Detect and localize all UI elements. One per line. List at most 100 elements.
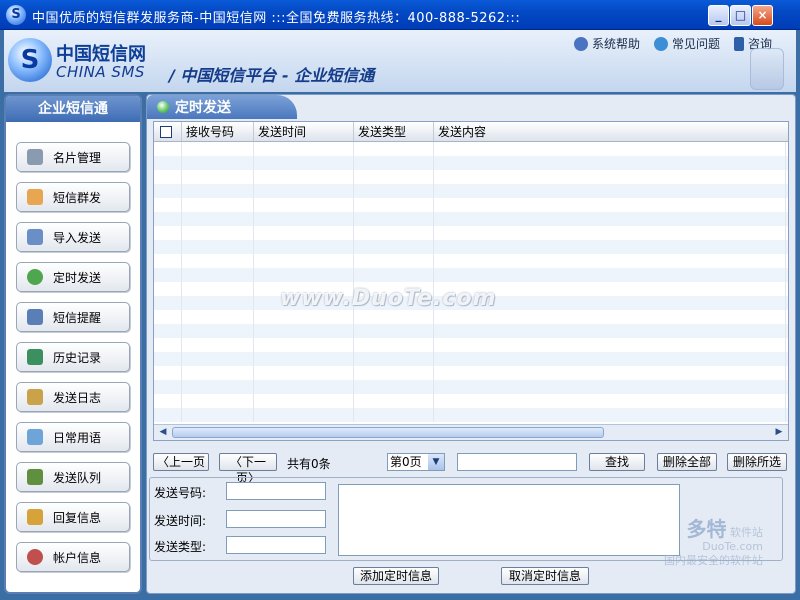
- select-all-header: [154, 122, 182, 141]
- table-cell: [354, 366, 434, 380]
- table-row: [154, 380, 788, 394]
- time-label: 发送时间:: [154, 514, 207, 528]
- page-select-value: 第0页: [390, 455, 422, 469]
- sidebar-item-card-manage[interactable]: 名片管理: [16, 142, 130, 172]
- table-cell: [182, 366, 254, 380]
- type-field[interactable]: [226, 536, 326, 554]
- table-cell: [154, 226, 182, 240]
- pager: 〈上一页 〈下一页〉 共有0条 第0页 ▼ 查找 删除全部 删除所选: [153, 453, 789, 485]
- sidebar-item-label: 名片管理: [53, 150, 102, 165]
- slogan: / 中国短信平台 - 企业短信通: [169, 66, 375, 85]
- time-field[interactable]: [226, 510, 326, 528]
- faq-link-label: 常见问题: [671, 37, 720, 51]
- table-cell: [434, 226, 786, 240]
- chevron-down-icon: ▼: [428, 454, 444, 470]
- sidebar-item-send-log[interactable]: 发送日志: [16, 382, 130, 412]
- table-cell: [434, 380, 786, 394]
- action-buttons: 添加定时信息 取消定时信息: [147, 567, 797, 587]
- cancel-schedule-button[interactable]: 取消定时信息: [501, 567, 589, 585]
- table-cell: [254, 170, 354, 184]
- table-cell: [434, 268, 786, 282]
- table-row: [154, 184, 788, 198]
- sidebar-item-replies[interactable]: 回复信息: [16, 502, 130, 532]
- table-cell: [434, 184, 786, 198]
- table-row: [154, 198, 788, 212]
- table-cell: [154, 142, 182, 156]
- delete-selected-button[interactable]: 删除所选: [727, 453, 787, 471]
- table-cell: [434, 254, 786, 268]
- table-row: [154, 352, 788, 366]
- table-cell: [434, 394, 786, 408]
- table-cell: [182, 338, 254, 352]
- table-cell: [354, 142, 434, 156]
- table-cell: [354, 240, 434, 254]
- sidebar-item-send-queue[interactable]: 发送队列: [16, 462, 130, 492]
- horizontal-scrollbar[interactable]: ◀ ▶: [154, 424, 788, 440]
- add-schedule-button[interactable]: 添加定时信息: [353, 567, 439, 585]
- table-cell: [434, 142, 786, 156]
- table-cell: [182, 268, 254, 282]
- tab-scheduled-send[interactable]: 定时发送: [147, 95, 297, 119]
- table-cell: [254, 184, 354, 198]
- phone-decoration-icon: [750, 48, 784, 90]
- table-cell: [182, 170, 254, 184]
- table-cell: [354, 268, 434, 282]
- delete-all-button[interactable]: 删除全部: [657, 453, 717, 471]
- page-select[interactable]: 第0页 ▼: [387, 453, 445, 471]
- column-header-content[interactable]: 发送内容: [434, 122, 786, 141]
- sidebar-item-reminder[interactable]: 短信提醒: [16, 302, 130, 332]
- scroll-left-icon[interactable]: ◀: [156, 426, 170, 439]
- sidebar-item-scheduled-send[interactable]: 定时发送: [16, 262, 130, 292]
- help-link[interactable]: 系统帮助: [573, 35, 640, 52]
- scrollbar-thumb[interactable]: [172, 427, 604, 438]
- table-cell: [354, 324, 434, 338]
- log-icon: [27, 389, 43, 405]
- table-cell: [354, 352, 434, 366]
- column-header-type[interactable]: 发送类型: [354, 122, 434, 141]
- help-book-icon: [573, 36, 588, 51]
- table-cell: [354, 184, 434, 198]
- sidebar-item-label: 发送日志: [53, 390, 102, 405]
- sidebar-item-label: 导入发送: [53, 230, 102, 245]
- question-globe-icon: [653, 36, 668, 51]
- table-cell: [154, 198, 182, 212]
- table-cell: [354, 198, 434, 212]
- table-cell: [254, 240, 354, 254]
- sidebar-item-history[interactable]: 历史记录: [16, 342, 130, 372]
- maximize-button[interactable]: □: [730, 5, 751, 26]
- table-cell: [154, 394, 182, 408]
- table-cell: [182, 324, 254, 338]
- sidebar-item-import-send[interactable]: 导入发送: [16, 222, 130, 252]
- prev-page-button[interactable]: 〈上一页: [153, 453, 209, 471]
- faq-link[interactable]: 常见问题: [653, 35, 720, 52]
- number-field[interactable]: [226, 482, 326, 500]
- tab-title: 定时发送: [175, 100, 231, 116]
- table-cell: [154, 156, 182, 170]
- close-button[interactable]: ×: [752, 5, 773, 26]
- column-header-time[interactable]: 发送时间: [254, 122, 354, 141]
- table-cell: [254, 394, 354, 408]
- minimize-button[interactable]: _: [708, 5, 729, 26]
- title-bar[interactable]: S 中国优质的短信群发服务商-中国短信网 :::全国免费服务热线：400-888…: [0, 0, 800, 30]
- sidebar-item-mass-send[interactable]: 短信群发: [16, 182, 130, 212]
- table-cell: [354, 170, 434, 184]
- scroll-right-icon[interactable]: ▶: [772, 426, 786, 439]
- sidebar-item-daily-phrases[interactable]: 日常用语: [16, 422, 130, 452]
- table-cell: [254, 352, 354, 366]
- search-input[interactable]: [457, 453, 577, 471]
- reminder-icon: [27, 309, 43, 325]
- table-cell: [154, 408, 182, 422]
- content-textarea[interactable]: [338, 484, 680, 556]
- reply-icon: [27, 509, 43, 525]
- table-cell: [154, 338, 182, 352]
- column-header-number[interactable]: 接收号码: [182, 122, 254, 141]
- select-all-checkbox[interactable]: [160, 126, 172, 138]
- next-page-button[interactable]: 〈下一页〉: [219, 453, 277, 485]
- sidebar-item-account[interactable]: 帐户信息: [16, 542, 130, 572]
- logo-text-en: CHINA SMS: [56, 63, 145, 81]
- sidebar-item-label: 短信提醒: [53, 310, 102, 325]
- search-button[interactable]: 查找: [589, 453, 645, 471]
- table-cell: [182, 212, 254, 226]
- table-body: [154, 142, 788, 422]
- table-cell: [254, 212, 354, 226]
